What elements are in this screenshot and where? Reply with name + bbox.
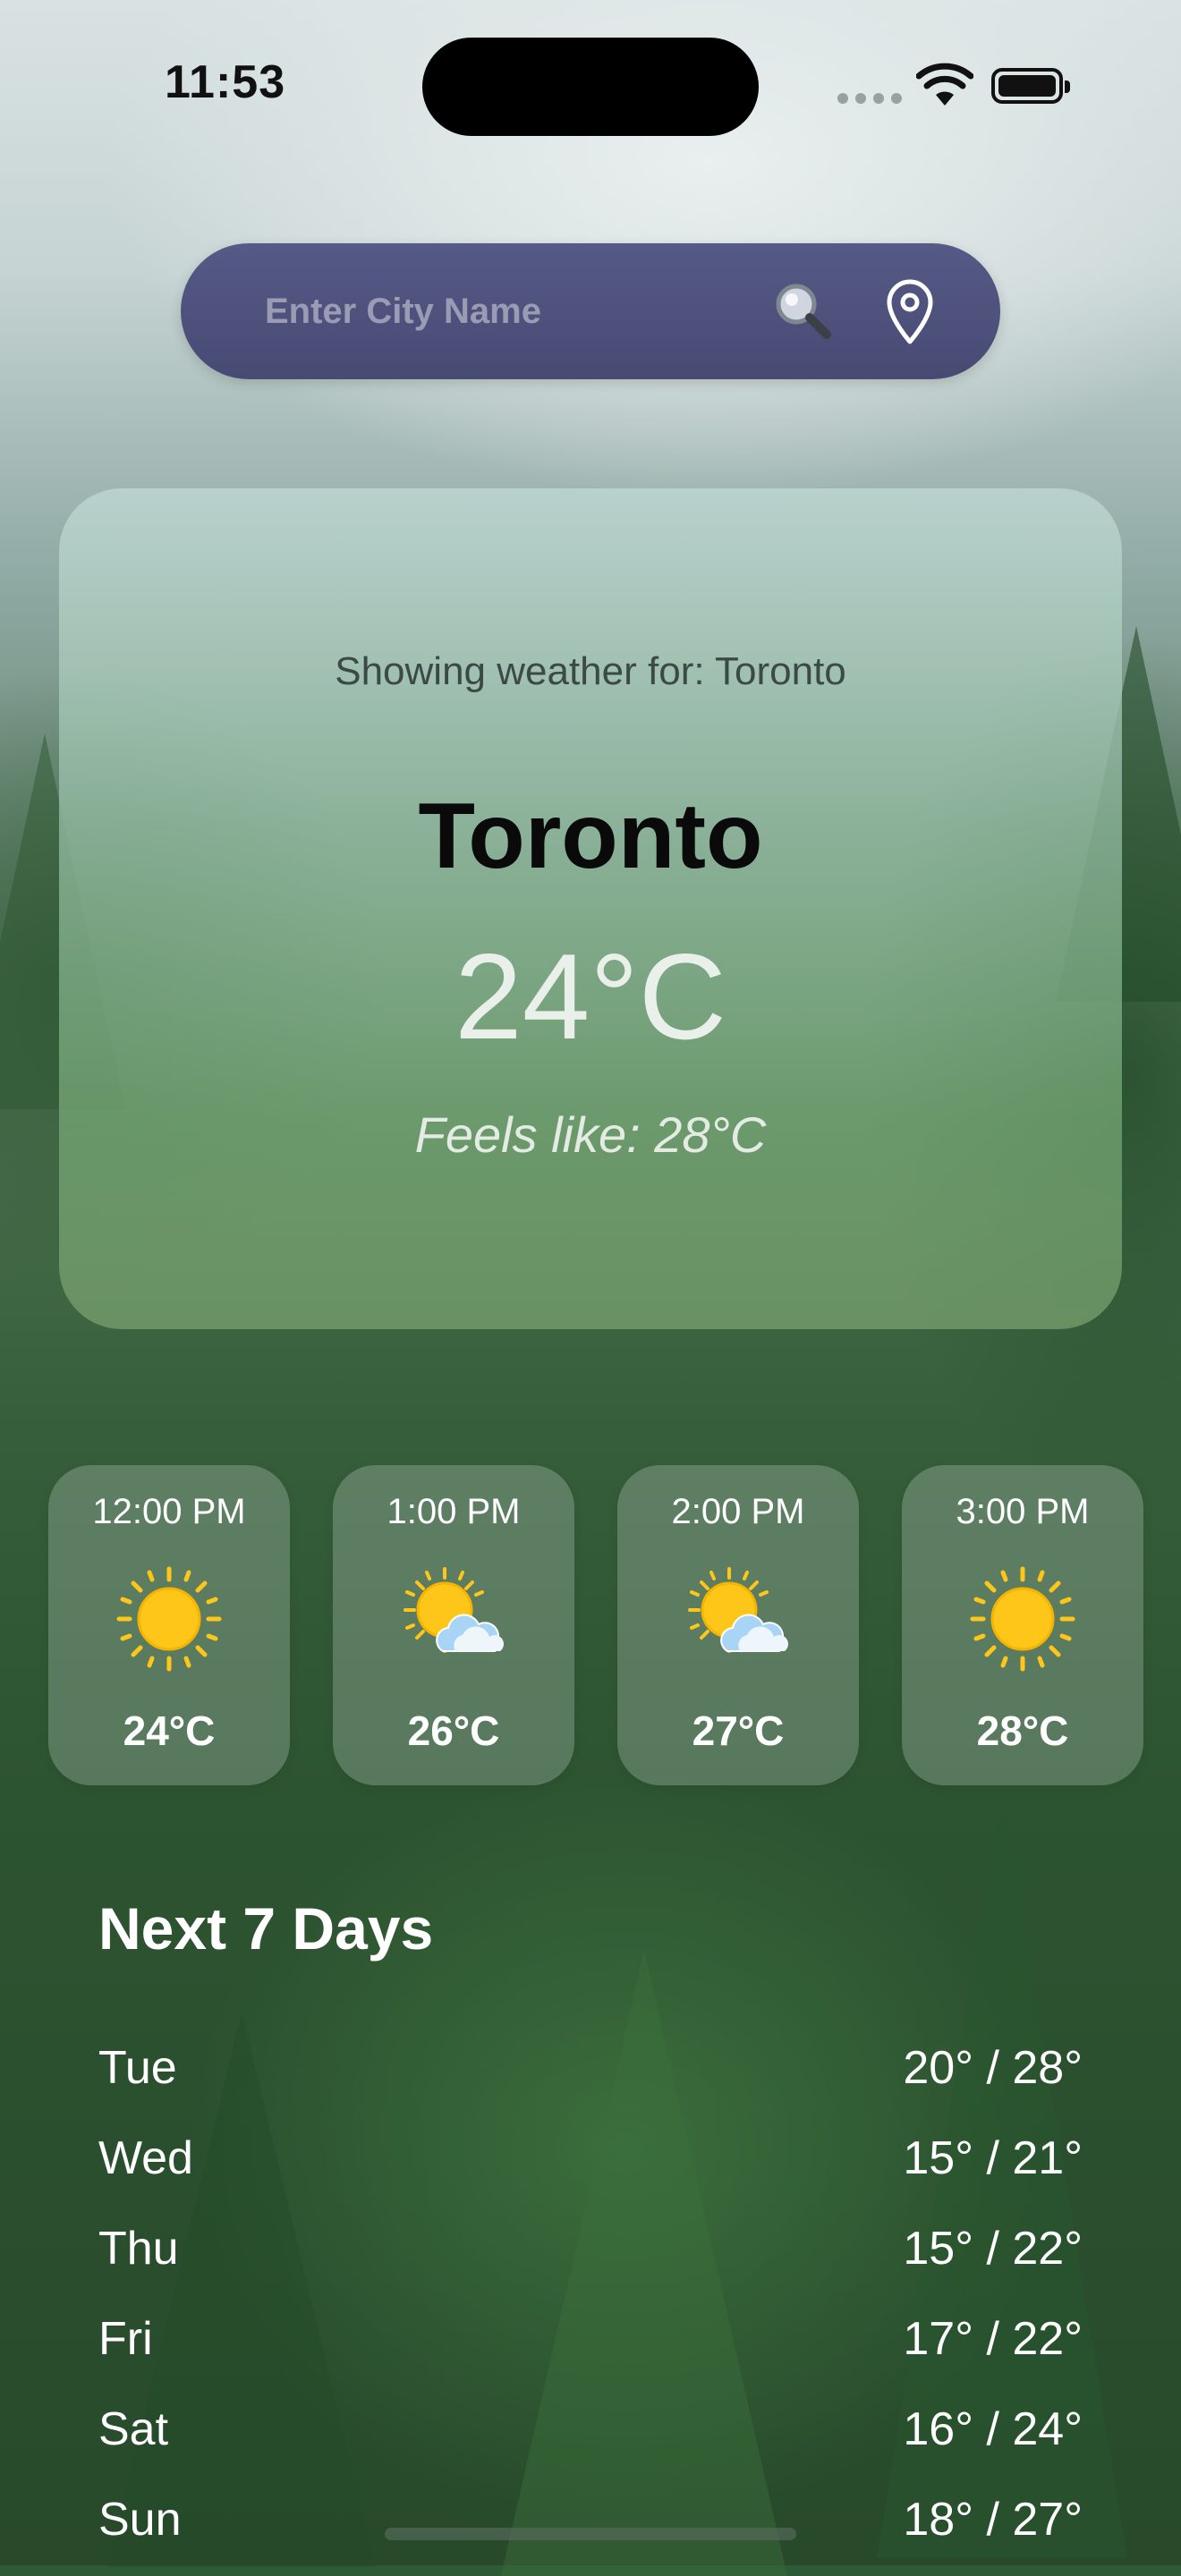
day-name: Sat [98, 2403, 169, 2455]
home-indicator [385, 2528, 796, 2540]
search-icon[interactable] [768, 275, 839, 347]
hour-time: 2:00 PM [671, 1492, 805, 1531]
daily-row: Wed 15° / 21° [98, 2131, 1083, 2203]
day-temp-range: 15° / 22° [903, 2223, 1083, 2275]
hour-time: 3:00 PM [956, 1492, 1090, 1531]
hour-time: 1:00 PM [387, 1492, 521, 1531]
day-temp-range: 15° / 21° [903, 2132, 1083, 2184]
partly-cloudy-icon [404, 1567, 504, 1653]
day-name: Fri [98, 2313, 153, 2365]
day-name: Tue [98, 2042, 177, 2094]
day-temp-range: 20° / 28° [903, 2042, 1083, 2094]
daily-forecast-title: Next 7 Days [98, 1895, 434, 1962]
daily-row: Tue 20° / 28° [98, 2041, 1083, 2113]
status-time: 11:53 [165, 56, 286, 108]
hourly-card[interactable]: 12:00 PM 24°C [48, 1465, 290, 1785]
battery-icon [991, 68, 1070, 104]
day-temp-range: 17° / 22° [903, 2313, 1083, 2365]
daily-row: Fri 17° / 22° [98, 2312, 1083, 2384]
city-search-input[interactable] [263, 290, 750, 333]
hourly-forecast: 12:00 PM 24°C 1:00 PM 26°C 2:00 PM 27°C … [48, 1465, 1143, 1785]
current-temperature: 24°C [455, 928, 726, 1064]
day-temp-range: 18° / 27° [903, 2494, 1083, 2546]
daily-row: Sat 16° / 24° [98, 2402, 1083, 2474]
hour-temperature: 26°C [407, 1707, 500, 1754]
hour-temperature: 27°C [692, 1707, 785, 1754]
hourly-card[interactable]: 3:00 PM 28°C [902, 1465, 1143, 1785]
hour-time: 12:00 PM [92, 1492, 246, 1531]
location-pin-icon[interactable] [880, 277, 939, 347]
sun-icon [970, 1566, 1075, 1672]
day-temp-range: 16° / 24° [903, 2403, 1083, 2455]
partly-cloudy-icon [688, 1567, 788, 1653]
sun-icon [116, 1566, 222, 1672]
feels-like-temperature: Feels like: 28°C [414, 1106, 767, 1163]
cellular-signal-icon [837, 93, 902, 104]
day-name: Sun [98, 2494, 182, 2546]
hourly-card[interactable]: 2:00 PM 27°C [617, 1465, 859, 1785]
city-name: Toronto [418, 784, 763, 888]
wifi-icon [916, 63, 973, 106]
dynamic-island [422, 38, 759, 136]
day-name: Wed [98, 2132, 193, 2184]
current-weather-card: Showing weather for: Toronto Toronto 24°… [59, 488, 1122, 1329]
hour-temperature: 28°C [976, 1707, 1069, 1754]
day-name: Thu [98, 2223, 179, 2275]
showing-weather-label: Showing weather for: Toronto [335, 649, 846, 693]
daily-row: Thu 15° / 22° [98, 2222, 1083, 2293]
search-bar [181, 243, 1000, 379]
hour-temperature: 24°C [123, 1707, 216, 1754]
hourly-card[interactable]: 1:00 PM 26°C [333, 1465, 574, 1785]
